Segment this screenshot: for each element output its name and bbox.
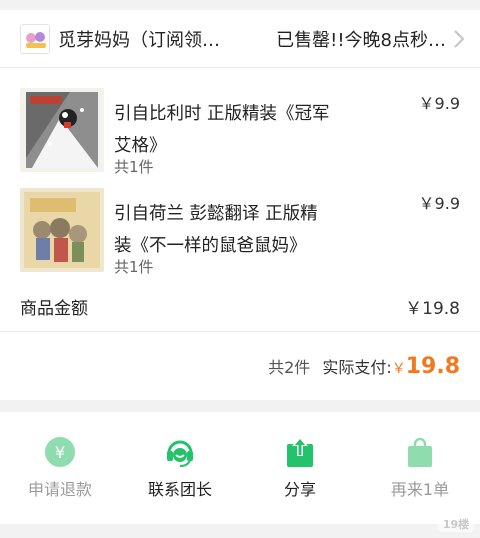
svg-text:¥: ¥ [55,443,65,462]
headset-icon [164,436,196,468]
shop-status: 已售罄!!今晚8点秒… [276,30,446,51]
product-quantity: 共1件 [114,258,154,276]
rebuy-label: 再来1单 [390,480,450,499]
item-count: 共2件 [268,358,311,377]
product-price: ￥9.9 [418,94,460,113]
share-button[interactable]: 分享 [240,412,360,524]
share-label: 分享 [283,480,316,499]
product-quantity: 共1件 [114,158,154,176]
currency-symbol: ￥ [391,361,406,377]
product-item[interactable]: 引自荷兰 彭懿翻译 正版精装《不一样的鼠爸鼠妈》 共1件 ￥9.9 [0,188,480,280]
product-item[interactable]: 引自比利时 正版精装《冠军艾格》 共1件 ￥9.9 [0,88,480,180]
rebuy-button[interactable]: 再来1单 [360,412,480,524]
goods-amount-row: 商品金额 ￥19.8 [0,282,480,332]
contact-leader-label: 联系团长 [147,480,212,499]
actual-payment-value: 19.8 [405,354,460,379]
shop-name: 觅芽妈妈（订阅领… [58,30,220,51]
shop-logo [20,24,50,54]
goods-amount-label: 商品金额 [20,299,88,319]
product-title: 引自比利时 正版精装《冠军艾格》 [114,104,330,156]
payment-total-row: 共2件 实际支付:￥19.8 [268,354,460,379]
product-image [20,188,104,272]
order-card: 觅芽妈妈（订阅领… 已售罄!!今晚8点秒… 引自比利时 正版精装《冠军艾格》 共… [0,10,480,400]
shop-header[interactable]: 觅芽妈妈（订阅领… 已售罄!!今晚8点秒… [0,10,480,68]
product-title: 引自荷兰 彭懿翻译 正版精装《不一样的鼠爸鼠妈》 [114,204,318,256]
action-bar: ¥ 申请退款 联系团长 分享 再来1单 [0,412,480,524]
share-icon [284,436,316,468]
contact-leader-button[interactable]: 联系团长 [120,412,240,524]
product-price: ￥9.9 [418,194,460,213]
product-image [20,88,104,172]
chevron-right-icon [452,29,466,49]
watermark-logo: 19楼 [438,512,474,534]
goods-amount-value: ￥19.8 [405,299,460,319]
shopping-bag-icon [404,436,436,468]
refund-button[interactable]: ¥ 申请退款 [0,412,120,524]
actual-payment-label: 实际支付: [322,358,392,377]
refund-icon: ¥ [44,436,76,468]
refund-label: 申请退款 [27,480,92,499]
svg-text:19楼: 19楼 [443,517,469,531]
